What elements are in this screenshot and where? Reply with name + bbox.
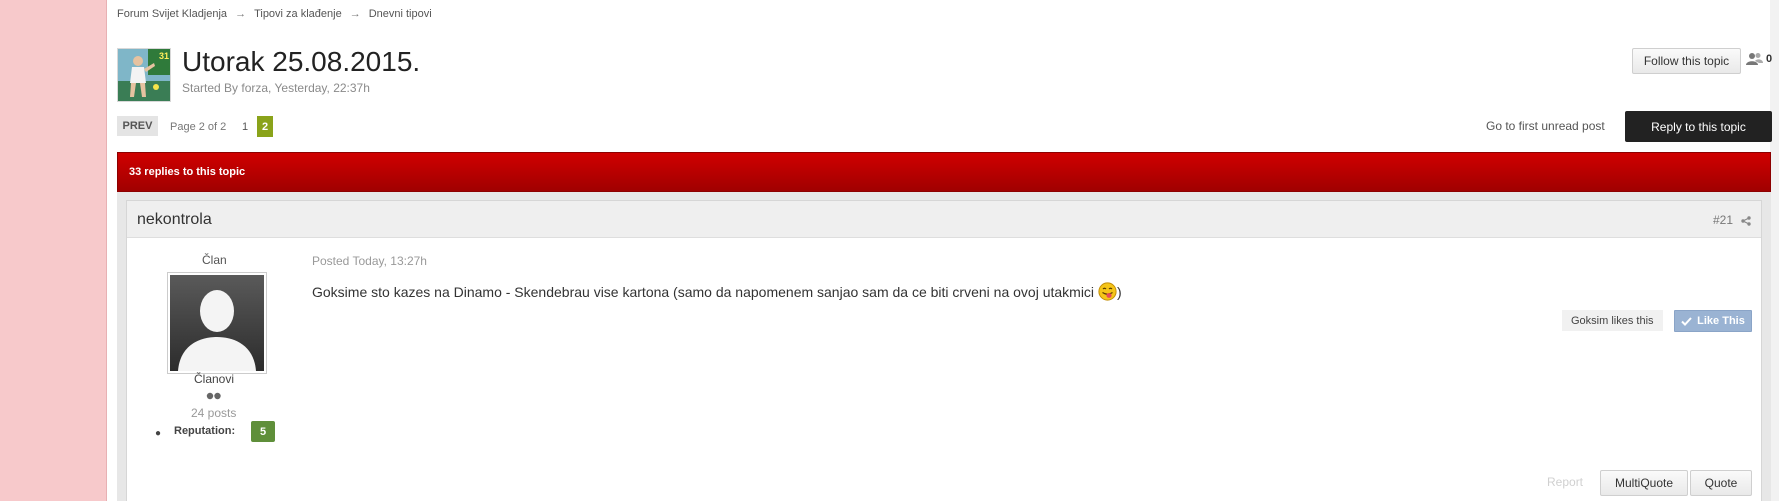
post-header [127,201,1761,238]
post-text: Goksime sto kazes na Dinamo - Skendebrau… [312,283,1095,300]
share-icon[interactable] [1741,215,1751,229]
multiquote-button[interactable]: MultiQuote [1600,470,1688,496]
breadcrumb-item-forum[interactable]: Forum Svijet Kladjenja [117,8,227,20]
post-text-end: ) [1117,283,1122,300]
left-gutter [0,0,107,501]
breadcrumb: Forum Svijet Kladjenja → Tipovi za klađenj… [117,8,432,20]
first-unread-link[interactable]: Go to first unread post [1486,119,1605,133]
topic-starter-photo[interactable]: 31 [117,48,171,102]
post-container [126,200,1762,501]
page-title: Utorak 25.08.2015. [182,46,421,77]
breadcrumb-separator: → [349,8,361,20]
rank-pips [206,389,222,403]
user-group: Član [202,253,227,267]
post-author-name[interactable]: nekontrola [137,211,212,229]
member-title: Članovi [194,372,235,386]
quote-button[interactable]: Quote [1690,470,1752,496]
page-link-1[interactable]: 1 [242,121,248,133]
reply-topic-button[interactable]: Reply to this topic [1625,111,1772,142]
prev-page-button[interactable]: PREV [117,116,158,136]
replies-count-text: 33 replies to this topic [129,166,246,178]
likes-summary[interactable]: Goksim likes this [1562,310,1663,331]
like-button[interactable]: Like This [1674,310,1752,332]
tongue-smiley-icon [1098,282,1117,301]
post-count: 24 posts [191,406,237,420]
page-current-2: 2 [257,116,273,137]
page-info[interactable]: Page 2 of 2 [170,121,226,133]
reputation-badge: 5 [251,421,275,442]
photo-jersey-number: 31 [159,51,169,61]
post-number-link[interactable]: #21 [1713,213,1733,227]
post-content: Goksime sto kazes na Dinamo - Skendebrau… [312,282,1122,301]
breadcrumb-separator: → [235,8,247,20]
right-scroll-strip [1770,0,1779,501]
breadcrumb-item-tipovi[interactable]: Tipovi za klađenje [254,8,342,20]
likes-summary-text: Goksim likes this [1571,314,1654,327]
post-date: Posted Today, 13:27h [312,254,427,268]
topic-meta: Started By forza, Yesterday, 22:37h [182,81,370,95]
follow-topic-button[interactable]: Follow this topic [1632,48,1741,74]
followers-icon[interactable] [1746,52,1763,68]
checkmark-icon [1681,316,1692,326]
like-button-label: Like This [1697,315,1745,327]
reputation-label: Reputation: [174,425,236,437]
default-avatar-icon[interactable] [167,272,267,374]
reputation-bullet: ● [155,428,162,439]
report-link[interactable]: Report [1547,475,1583,489]
follower-count: 0 [1766,53,1773,65]
breadcrumb-item-dnevni[interactable]: Dnevni tipovi [369,8,432,20]
replies-count-bar: 33 replies to this topic [117,152,1771,192]
